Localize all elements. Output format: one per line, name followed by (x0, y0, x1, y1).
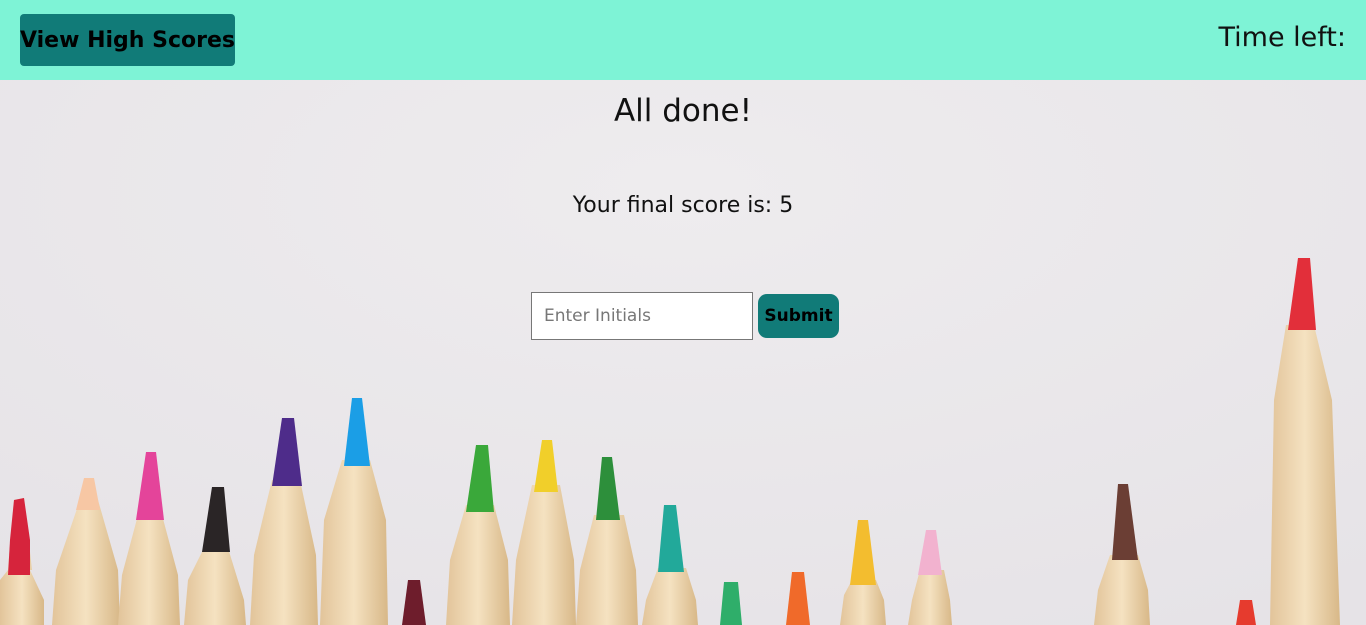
time-left-label: Time left: (1218, 22, 1347, 53)
view-high-scores-button[interactable]: View High Scores (20, 14, 235, 66)
final-score-text: Your final score is: 5 (572, 193, 794, 218)
top-bar: View High Scores Time left: (0, 0, 1366, 80)
initials-input[interactable] (531, 292, 753, 340)
initials-form: Submit (531, 292, 851, 340)
page-title: All done! (613, 93, 753, 129)
submit-button[interactable]: Submit (758, 294, 839, 338)
